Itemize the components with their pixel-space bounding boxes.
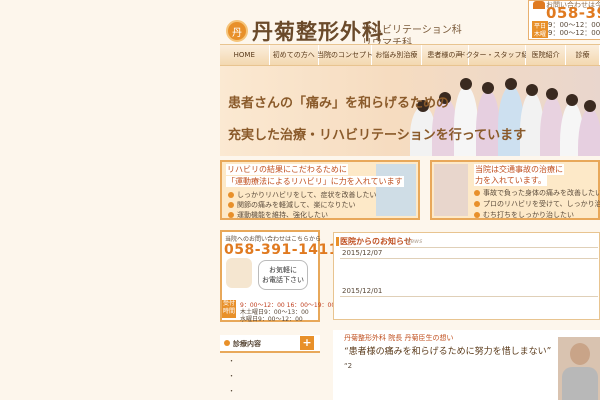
accident-feature-item: むち打ちをしっかり治したい — [474, 210, 574, 220]
director-photo — [558, 337, 600, 400]
expand-plus-icon[interactable]: + — [300, 336, 314, 350]
nav-doctor-staff[interactable]: ドクター・スタッフ紹介 — [459, 45, 536, 65]
nav-home[interactable]: HOME — [220, 45, 270, 65]
check-icon — [228, 192, 234, 198]
rehab-feature-title-1: リハビリの結果にこだわるために — [226, 164, 348, 175]
bubble-text-2: お電話下さい — [262, 276, 304, 284]
rehab-feature-item: 運動機能を維持、強化したい — [228, 210, 328, 220]
hero-headline-2: 充実した治療・リハビリテーションを行っています — [228, 128, 527, 143]
call-us-bubble: お気軽に お電話下さい — [258, 260, 308, 290]
accident-feature-item: プロのリハビリを受けて、しっかり治療したい — [474, 199, 600, 209]
side-hours-3: 水曜日9：00～12：00 — [240, 316, 303, 323]
clinic-logo-icon[interactable]: 丹 — [226, 20, 248, 42]
main-nav: HOME 初めての方へ 当院のコンセプト お悩み別治療 患者様の声 ドクター・ス… — [220, 44, 600, 66]
director-section-number: “2 — [344, 362, 353, 370]
hero-headline-1: 患者さんの「痛み」を和らげるための — [228, 96, 450, 111]
check-icon — [228, 202, 234, 208]
check-icon — [474, 212, 480, 218]
news-divider — [340, 296, 598, 297]
accident-feature-item: 事故で負った身体の痛みを改善したい — [474, 188, 600, 198]
phone-icon — [533, 1, 545, 9]
check-icon — [474, 201, 480, 207]
header-hours-thursday: 9：00～12：00 — [548, 29, 600, 37]
rehab-feature-item: しっかりリハビリをして、症状を改善したい — [228, 190, 376, 200]
rehab-photo — [376, 164, 416, 216]
nav-concept[interactable]: 当院のコンセプト — [317, 45, 373, 65]
nav-first-visit[interactable]: 初めての方へ — [269, 45, 320, 65]
news-divider — [340, 258, 598, 259]
receptionist-photo — [226, 258, 252, 288]
nav-consultation[interactable]: 診療 — [566, 45, 600, 65]
news-divider — [340, 247, 598, 248]
director-message: “患者様の痛みを和らげるために努力を惜しまない” — [344, 347, 552, 357]
news-subheading: News — [406, 238, 423, 245]
check-icon — [228, 212, 234, 218]
menu-item[interactable]: ・ — [228, 356, 235, 366]
accident-photo — [434, 164, 468, 216]
bubble-text-1: お気軽に — [269, 266, 297, 274]
reception-hours-tag: 受付時間 — [222, 300, 236, 318]
rehab-feature-item: 関節の痛みを軽減して、楽になりたい — [228, 200, 355, 210]
news-date[interactable]: 2015/12/07 — [342, 249, 382, 257]
news-date[interactable]: 2015/12/01 — [342, 287, 382, 295]
thursday-tag: 木曜 — [532, 29, 549, 38]
menu-item[interactable]: ・ — [228, 386, 235, 396]
news-marker — [336, 237, 339, 246]
rehab-feature-title-2: 「運動療法によるリハビリ」に力を入れています — [226, 176, 404, 187]
menu-bullet-icon — [224, 340, 230, 346]
news-heading: 医院からのお知らせ — [340, 237, 412, 246]
accident-feature-title-1: 当院は交通事故の治療に — [474, 164, 564, 175]
accident-feature-title-2: 力を入れています。 — [474, 175, 547, 186]
side-phone-number[interactable]: 058-391-1411 — [224, 242, 339, 258]
nav-clinic-intro[interactable]: 医院紹介 — [526, 45, 567, 65]
menu-heading: 診療内容 — [233, 340, 261, 348]
menu-item[interactable]: ・ — [228, 371, 235, 381]
nav-treatment-by-concern[interactable]: お悩み別治療 — [372, 45, 422, 65]
check-icon — [474, 190, 480, 196]
director-title: 丹菊整形外科 院長 丹菊臣生の想い — [344, 334, 454, 342]
